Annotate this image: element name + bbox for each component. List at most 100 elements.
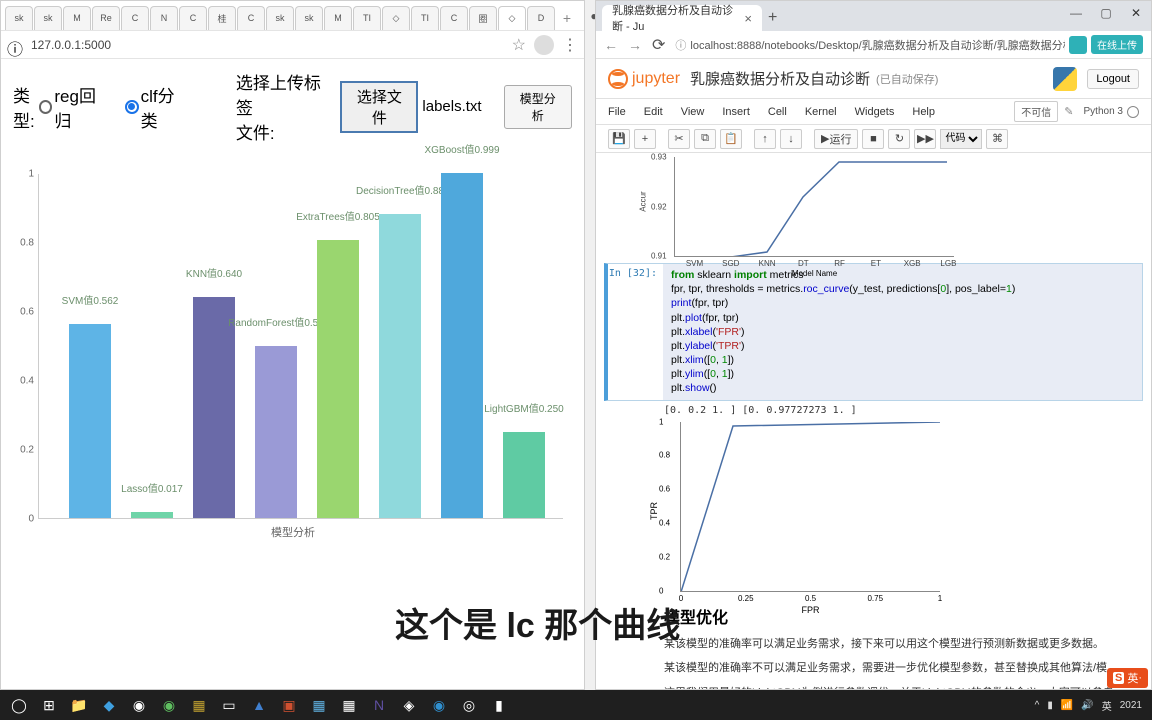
choose-file-button[interactable]: 选择文件 bbox=[340, 81, 418, 133]
ime-badge[interactable]: S 英 · bbox=[1107, 668, 1148, 688]
browser-tab[interactable]: C bbox=[237, 6, 265, 30]
browser-tab[interactable]: sk bbox=[34, 6, 62, 30]
browser-tab[interactable]: Re bbox=[92, 6, 120, 30]
radio-reg[interactable] bbox=[39, 100, 53, 114]
browser-tab[interactable]: N bbox=[150, 6, 178, 30]
cloud-icon[interactable] bbox=[1069, 36, 1087, 54]
type-label: 型: bbox=[13, 107, 35, 132]
browser-tab[interactable]: sk bbox=[5, 6, 33, 30]
onenote-icon[interactable]: N bbox=[364, 691, 394, 719]
stop-icon[interactable]: ■ bbox=[862, 129, 884, 149]
close-icon[interactable]: ✕ bbox=[1121, 1, 1151, 25]
add-cell-icon[interactable]: + bbox=[634, 129, 656, 149]
url-text[interactable]: localhost:8888/notebooks/Desktop/乳腺癌数据分析… bbox=[690, 37, 1065, 53]
edge-icon[interactable]: ◉ bbox=[424, 691, 454, 719]
minimize-icon[interactable]: — bbox=[1061, 1, 1091, 25]
app-icon[interactable]: ▦ bbox=[304, 691, 334, 719]
browser-tab[interactable]: sk bbox=[266, 6, 294, 30]
browser-tab[interactable]: C bbox=[440, 6, 468, 30]
wifi-icon[interactable]: 📶 bbox=[1061, 700, 1073, 711]
browser-tab[interactable]: C bbox=[179, 6, 207, 30]
paste-icon[interactable]: 📋 bbox=[720, 129, 742, 149]
cell-code[interactable]: from sklearn import metricsfpr, tpr, thr… bbox=[663, 264, 1142, 400]
y-tick: 0.4 bbox=[20, 376, 34, 387]
start-icon[interactable]: ◯ bbox=[4, 691, 34, 719]
app-icon[interactable]: ◆ bbox=[94, 691, 124, 719]
menu-kernel[interactable]: Kernel bbox=[805, 106, 837, 118]
wechat-icon[interactable]: ◉ bbox=[154, 691, 184, 719]
powerpoint-icon[interactable]: ▣ bbox=[274, 691, 304, 719]
info-icon[interactable]: ⓘ bbox=[7, 36, 25, 54]
code-cell[interactable]: In [32]: from sklearn import metricsfpr,… bbox=[604, 263, 1143, 401]
browser-tab[interactable]: sk bbox=[295, 6, 323, 30]
fast-forward-icon[interactable]: ▶▶ bbox=[914, 129, 936, 149]
new-tab-button[interactable]: + bbox=[556, 6, 578, 30]
maximize-icon[interactable]: ▢ bbox=[1091, 1, 1121, 25]
logout-button[interactable]: Logout bbox=[1087, 69, 1139, 89]
reload-icon[interactable]: ⟳ bbox=[652, 35, 665, 55]
menu-help[interactable]: Help bbox=[912, 106, 935, 118]
menu-file[interactable]: File bbox=[608, 106, 626, 118]
task-view-icon[interactable]: ⊞ bbox=[34, 691, 64, 719]
menu-view[interactable]: View bbox=[681, 106, 705, 118]
browser-tab[interactable]: TI bbox=[353, 6, 381, 30]
copy-icon[interactable]: ⧉ bbox=[694, 129, 716, 149]
y-tick: 0.4 bbox=[659, 518, 670, 527]
trust-badge[interactable]: 不可信 bbox=[1014, 101, 1058, 122]
y-tick: 0.91 bbox=[651, 252, 667, 261]
ime-indicator[interactable]: 英 bbox=[1102, 698, 1112, 713]
save-icon[interactable]: 💾 bbox=[608, 129, 630, 149]
y-tick: 0.2 bbox=[659, 552, 670, 561]
app-icon[interactable]: ◎ bbox=[454, 691, 484, 719]
app-icon[interactable]: ▦ bbox=[334, 691, 364, 719]
app-icon[interactable]: ▲ bbox=[244, 691, 274, 719]
browser-tab[interactable]: C bbox=[121, 6, 149, 30]
browser-tab[interactable]: D bbox=[527, 6, 555, 30]
tab-close-icon[interactable]: × bbox=[744, 11, 752, 26]
browser-tab[interactable]: 圈 bbox=[469, 6, 497, 30]
bookmark-icon[interactable]: ☆ bbox=[512, 35, 526, 55]
browser-tab[interactable]: M bbox=[324, 6, 352, 30]
profile-icon[interactable] bbox=[534, 35, 554, 55]
notebook-title[interactable]: 乳腺癌数据分析及自动诊断 bbox=[690, 68, 870, 89]
app-icon[interactable]: ◈ bbox=[394, 691, 424, 719]
terminal-icon[interactable]: ▮ bbox=[484, 691, 514, 719]
url-text[interactable]: 127.0.0.1:5000 bbox=[31, 38, 506, 52]
move-up-icon[interactable]: ↑ bbox=[754, 129, 776, 149]
new-tab-button[interactable]: + bbox=[768, 9, 777, 31]
forward-icon[interactable]: → bbox=[628, 37, 642, 53]
analyze-button[interactable]: 模型分析 bbox=[504, 85, 572, 129]
page-content: 类 型: reg回归 clf分类 选择上传标签 文件: 选择文件 labels.… bbox=[1, 59, 584, 564]
browser-tab[interactable]: 乳腺癌数据分析及自动诊断 - Ju × bbox=[602, 5, 762, 31]
run-button[interactable]: ▶ 运行 bbox=[814, 129, 858, 149]
menu-widgets[interactable]: Widgets bbox=[855, 106, 895, 118]
app-icon[interactable]: ▭ bbox=[214, 691, 244, 719]
accuracy-chart: Accur 0.93 0.92 0.91 SVM SGD KNN DT RF E… bbox=[674, 157, 954, 257]
command-palette-icon[interactable]: ⌘ bbox=[986, 129, 1008, 149]
move-down-icon[interactable]: ↓ bbox=[780, 129, 802, 149]
clock[interactable]: 2021 bbox=[1120, 700, 1142, 711]
menu-cell[interactable]: Cell bbox=[768, 106, 787, 118]
volume-icon[interactable]: 🔊 bbox=[1081, 700, 1093, 711]
edit-icon[interactable]: ✎ bbox=[1064, 105, 1073, 118]
explorer-icon[interactable]: 📁 bbox=[64, 691, 94, 719]
menu-edit[interactable]: Edit bbox=[644, 106, 663, 118]
cell-type-select[interactable]: 代码 bbox=[940, 129, 982, 149]
chrome-icon[interactable]: ◉ bbox=[124, 691, 154, 719]
browser-tab[interactable]: 桂 bbox=[208, 6, 236, 30]
menu-insert[interactable]: Insert bbox=[722, 106, 750, 118]
radio-clf[interactable] bbox=[125, 100, 139, 114]
restart-icon[interactable]: ↻ bbox=[888, 129, 910, 149]
browser-tab[interactable]: TI bbox=[411, 6, 439, 30]
tray-chevron-icon[interactable]: ^ bbox=[1035, 700, 1040, 711]
cut-icon[interactable]: ✂ bbox=[668, 129, 690, 149]
jupyter-logo[interactable]: jupyter bbox=[608, 69, 680, 89]
menu-icon[interactable]: ⋮ bbox=[562, 35, 578, 55]
battery-icon[interactable]: ▮ bbox=[1047, 700, 1053, 711]
back-icon[interactable]: ← bbox=[604, 37, 618, 53]
app-icon[interactable]: ▦ bbox=[184, 691, 214, 719]
browser-tab[interactable]: ◇ bbox=[382, 6, 410, 30]
upload-badge[interactable]: 在线上传 bbox=[1091, 35, 1143, 54]
browser-tab[interactable]: ◇ bbox=[498, 6, 526, 30]
browser-tab[interactable]: M bbox=[63, 6, 91, 30]
